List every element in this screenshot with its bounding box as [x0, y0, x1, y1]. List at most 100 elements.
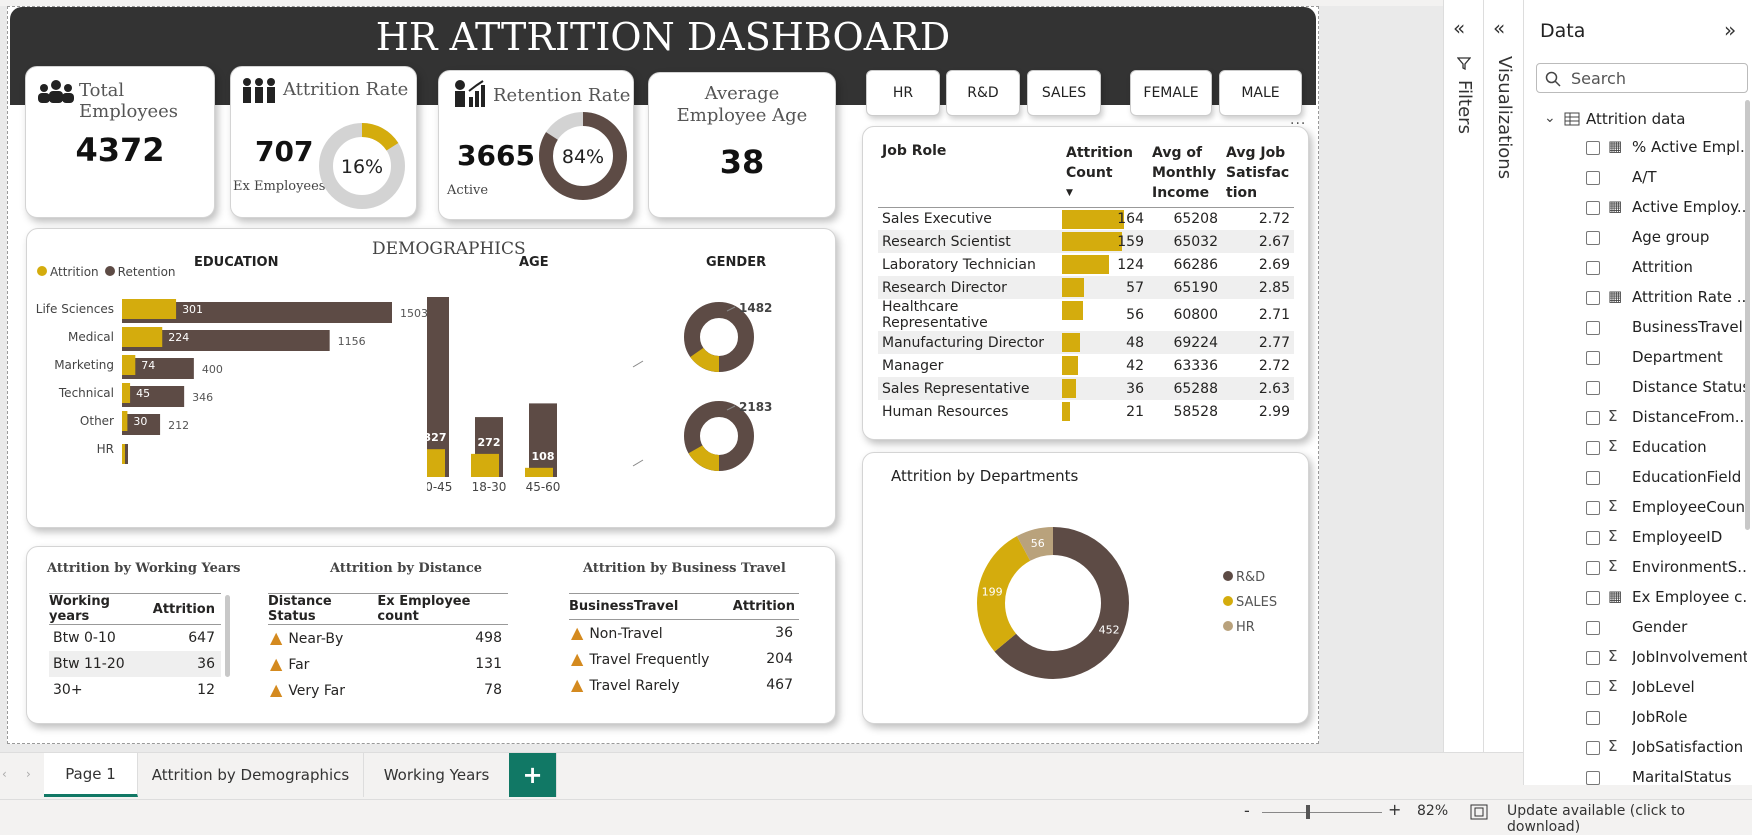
table-row[interactable]: ▲ Travel Frequently 204: [569, 646, 799, 672]
zoom-slider-thumb[interactable]: [1306, 805, 1310, 819]
chevron-down-icon[interactable]: ⌄: [1544, 110, 1556, 126]
slicer-sales[interactable]: SALES: [1027, 70, 1101, 116]
attrition-breakdown-card[interactable]: Attrition by Working Years Working years…: [26, 546, 836, 724]
field-item[interactable]: Σ JobInvolvement: [1524, 643, 1752, 673]
table-row[interactable]: Sales Representative 36 65288 2.63: [878, 377, 1294, 400]
kpi-average-age[interactable]: Average Employee Age 38: [648, 72, 836, 218]
field-item[interactable]: Department: [1524, 343, 1752, 373]
table-row[interactable]: Research Scientist 159 65032 2.67: [878, 230, 1294, 253]
kpi-total-employees[interactable]: Total Employees 4372: [25, 66, 215, 218]
field-checkbox[interactable]: [1586, 201, 1600, 215]
field-checkbox[interactable]: [1586, 291, 1600, 305]
field-item[interactable]: Σ DistanceFrom...: [1524, 403, 1752, 433]
demographics-card[interactable]: DEMOGRAPHICS Attrition Retention EDUCATI…: [26, 228, 836, 528]
field-checkbox[interactable]: [1586, 381, 1600, 395]
field-checkbox[interactable]: [1586, 441, 1600, 455]
col-ex-employee-count[interactable]: Ex Employee count: [377, 594, 508, 625]
visualizations-label[interactable]: Visualizations: [1494, 56, 1515, 179]
field-item[interactable]: ▦ Ex Employee c...: [1524, 583, 1752, 613]
table-row[interactable]: Manager 42 63336 2.72: [878, 354, 1294, 377]
zoom-in-button[interactable]: +: [1388, 800, 1401, 819]
table-row[interactable]: Manufacturing Director 48 69224 2.77: [878, 331, 1294, 354]
expand-icon[interactable]: »: [1724, 18, 1736, 42]
field-item[interactable]: ▦ Attrition Rate ...: [1524, 283, 1752, 313]
slicer-rnd[interactable]: R&D: [946, 70, 1020, 116]
add-page-button[interactable]: +: [509, 753, 557, 797]
tab-scroll-right-icon[interactable]: ›: [26, 767, 31, 781]
col-working-years[interactable]: Working years: [49, 594, 153, 625]
col-job-satisfaction[interactable]: Avg Job Satisfac tion: [1222, 137, 1294, 207]
field-item[interactable]: A/T: [1524, 163, 1752, 193]
field-checkbox[interactable]: [1586, 771, 1600, 785]
field-checkbox[interactable]: [1586, 561, 1600, 575]
table-row[interactable]: ▲ Very Far 78: [268, 677, 508, 703]
col-business-travel[interactable]: BusinessTravel: [569, 594, 725, 620]
field-checkbox[interactable]: [1586, 261, 1600, 275]
field-item[interactable]: ▦ Active Employ...: [1524, 193, 1752, 223]
field-item[interactable]: Age group: [1524, 223, 1752, 253]
field-item[interactable]: Σ JobSatisfaction: [1524, 733, 1752, 763]
field-item[interactable]: Σ JobLevel: [1524, 673, 1752, 703]
field-checkbox[interactable]: [1586, 141, 1600, 155]
col-job-role[interactable]: Job Role: [878, 137, 1062, 207]
table-row[interactable]: Btw 0-10 647: [49, 625, 221, 651]
slicer-male[interactable]: MALE: [1219, 70, 1302, 116]
job-role-table-card[interactable]: Job Role Attrition Count ▼ Avg of Monthly…: [862, 126, 1309, 440]
tab-page-1[interactable]: Page 1: [44, 753, 138, 797]
field-item[interactable]: BusinessTravel: [1524, 313, 1752, 343]
filters-pane[interactable]: « Filters: [1443, 0, 1483, 752]
filters-label[interactable]: Filters: [1454, 80, 1475, 134]
zoom-out-button[interactable]: -: [1244, 801, 1250, 820]
field-checkbox[interactable]: [1586, 471, 1600, 485]
table-row[interactable]: Laboratory Technician 124 66286 2.69: [878, 253, 1294, 276]
scrollbar[interactable]: [1745, 100, 1750, 530]
field-checkbox[interactable]: [1586, 231, 1600, 245]
field-checkbox[interactable]: [1586, 711, 1600, 725]
table-name[interactable]: Attrition data: [1586, 110, 1685, 128]
field-checkbox[interactable]: [1586, 171, 1600, 185]
field-checkbox[interactable]: [1586, 621, 1600, 635]
field-item[interactable]: Σ EmployeeCount: [1524, 493, 1752, 523]
table-row[interactable]: Btw 11-20 36: [49, 650, 221, 677]
tab-scroll-left-icon[interactable]: ‹: [2, 767, 7, 781]
field-item[interactable]: EducationField: [1524, 463, 1752, 493]
table-row[interactable]: Healthcare Representative 56 60800 2.71: [878, 299, 1294, 331]
field-item[interactable]: Σ EnvironmentS...: [1524, 553, 1752, 583]
slicer-female[interactable]: FEMALE: [1130, 70, 1212, 116]
field-checkbox[interactable]: [1586, 411, 1600, 425]
departments-card[interactable]: Attrition by Departments 452 199 56 R&D SA…: [862, 452, 1309, 724]
field-checkbox[interactable]: [1586, 741, 1600, 755]
field-checkbox[interactable]: [1586, 591, 1600, 605]
collapse-icon[interactable]: «: [1453, 16, 1465, 40]
visualizations-pane[interactable]: « Visualizations: [1483, 0, 1523, 752]
field-checkbox[interactable]: [1586, 651, 1600, 665]
kpi-retention-rate[interactable]: Retention Rate 3665 Active 84%: [438, 70, 634, 220]
field-item[interactable]: Gender: [1524, 613, 1752, 643]
table-row[interactable]: ▲ Non-Travel 36: [569, 620, 799, 646]
field-item[interactable]: Distance Status: [1524, 373, 1752, 403]
field-checkbox[interactable]: [1586, 501, 1600, 515]
field-checkbox[interactable]: [1586, 321, 1600, 335]
slicer-hr[interactable]: HR: [866, 70, 940, 116]
col-distance-status[interactable]: Distance Status: [268, 594, 377, 625]
table-row[interactable]: ▲ Travel Rarely 467: [569, 672, 799, 698]
table-row[interactable]: ▲ Far 131: [268, 651, 508, 677]
update-available-link[interactable]: Update available (click to download): [1507, 803, 1752, 835]
table-row[interactable]: Sales Executive 164 65208 2.72: [878, 207, 1294, 230]
collapse-icon[interactable]: «: [1493, 16, 1505, 40]
col-attrition-count[interactable]: Attrition Count ▼: [1062, 137, 1148, 207]
kpi-attrition-rate[interactable]: Attrition Rate 707 Ex Employees 16%: [230, 66, 417, 218]
field-item[interactable]: Σ Education: [1524, 433, 1752, 463]
col-attrition[interactable]: Attrition: [153, 594, 221, 625]
field-item[interactable]: MaritalStatus: [1524, 763, 1752, 785]
table-row[interactable]: ▲ Near-By 498: [268, 625, 508, 651]
col-attrition[interactable]: Attrition: [725, 594, 799, 620]
fit-to-page-icon[interactable]: [1470, 804, 1488, 820]
field-item[interactable]: ▦ % Active Empl...: [1524, 133, 1752, 163]
field-checkbox[interactable]: [1586, 681, 1600, 695]
field-item[interactable]: Σ EmployeeID: [1524, 523, 1752, 553]
field-item[interactable]: JobRole: [1524, 703, 1752, 733]
table-row[interactable]: 30+ 12: [49, 677, 221, 703]
field-checkbox[interactable]: [1586, 531, 1600, 545]
zoom-slider[interactable]: [1262, 812, 1382, 813]
